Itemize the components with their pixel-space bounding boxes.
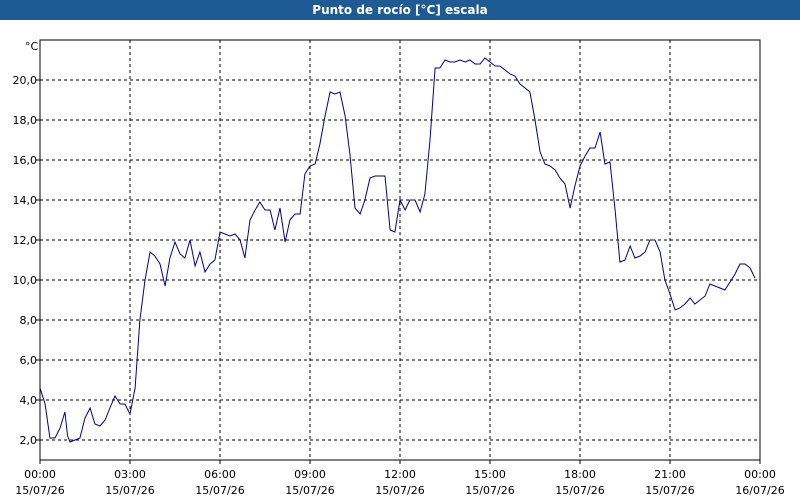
x-tick-date-label: 15/07/26	[195, 484, 244, 497]
dewpoint-chart: 2,0 4,0 6,0 8,0 10,0 12,0 14,0 16,0 18,0 20,0 00:…	[13, 39, 785, 497]
x-tick-time-label: 15:00	[474, 468, 506, 481]
chart-title: Punto de rocío [°C] escala	[0, 0, 800, 20]
y-tick-label: 6,0	[20, 354, 38, 367]
y-tick-label: 2,0	[20, 434, 38, 447]
x-tick-date-label: 15/07/26	[645, 484, 694, 497]
y-tick-label: 10,0	[13, 274, 38, 287]
y-tick-label: 20,0	[13, 74, 38, 87]
x-tick-time-label: 00:00	[744, 468, 776, 481]
x-axis: 00:00 15/07/26 03:00 15/07/26 06:00 15/07/26 0…	[15, 460, 785, 497]
x-tick-time-label: 09:00	[294, 468, 326, 481]
x-tick-time-label: 12:00	[384, 468, 416, 481]
y-tick-label: 14,0	[13, 194, 38, 207]
x-tick-date-label: 15/07/26	[105, 484, 154, 497]
x-tick-date-label: 16/07/26	[735, 484, 784, 497]
y-tick-label: 8,0	[20, 314, 38, 327]
y-tick-label: 4,0	[20, 394, 38, 407]
x-tick-date-label: 15/07/26	[285, 484, 334, 497]
x-tick-date-label: 15/07/26	[465, 484, 514, 497]
x-tick-date-label: 15/07/26	[375, 484, 424, 497]
x-tick-time-label: 03:00	[114, 468, 146, 481]
x-tick-time-label: 21:00	[654, 468, 686, 481]
y-tick-label: 12,0	[13, 234, 38, 247]
x-tick-time-label: 18:00	[564, 468, 596, 481]
x-tick-date-label: 15/07/26	[15, 484, 64, 497]
y-tick-label: 18,0	[13, 114, 38, 127]
x-tick-time-label: 06:00	[204, 468, 236, 481]
y-axis: 2,0 4,0 6,0 8,0 10,0 12,0 14,0 16,0 18,0 20,0	[13, 74, 40, 447]
y-tick-label: 16,0	[13, 154, 38, 167]
x-tick-date-label: 15/07/26	[555, 484, 604, 497]
y-axis-unit: °C	[25, 40, 39, 53]
x-tick-time-label: 00:00	[24, 468, 56, 481]
